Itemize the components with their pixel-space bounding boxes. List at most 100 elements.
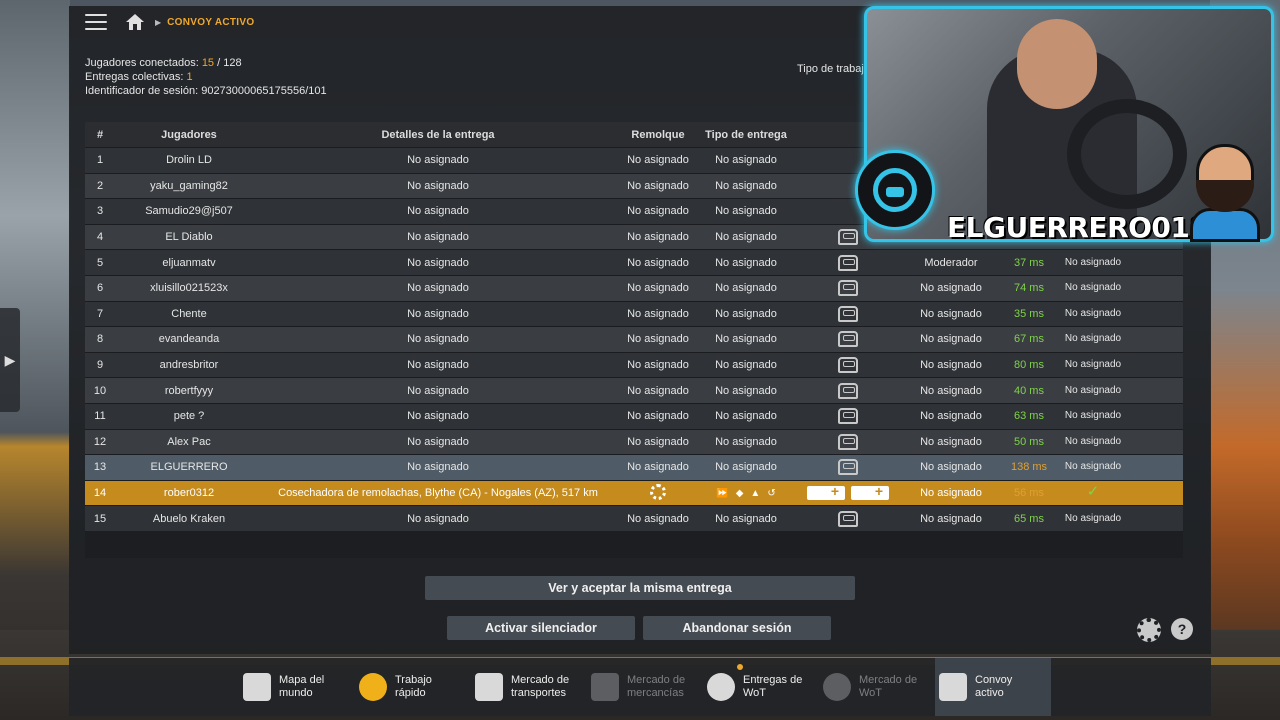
player-name: robertfyyy: [164, 384, 214, 397]
boxes-icon: [475, 673, 503, 701]
fast-forward-icon: ⏩: [716, 487, 729, 499]
row-number: 11: [94, 410, 106, 423]
row-number: 13: [93, 461, 107, 474]
delivery-type: No asignado: [715, 359, 777, 372]
mute-button[interactable]: Activar silenciador: [447, 616, 635, 640]
leave-session-button[interactable]: Abandonar sesión: [643, 616, 831, 640]
truck-icon: [838, 382, 858, 399]
nav-label-line2: mundo: [279, 687, 313, 699]
truck-icon: [838, 229, 858, 246]
chevron-right-icon: ▶: [4, 351, 16, 368]
trailer-cell: No asignado: [627, 461, 689, 474]
delivery-type: No asignado: [715, 307, 777, 320]
bottom-navigation: Mapa del mundo Trabajo rápido Mercado de tr…: [69, 658, 1211, 716]
table-row[interactable]: 8 evandeanda No asignado No asignado No asig…: [85, 326, 1183, 352]
table-row[interactable]: 6 xluisillo021523x No asignado No asignado N…: [85, 274, 1183, 301]
nav-wot-deliveries[interactable]: Entregas de WoT: [703, 658, 819, 716]
nav-active-convoy[interactable]: Convoy activo: [935, 658, 1051, 716]
nav-world-map[interactable]: Mapa del mundo: [239, 658, 355, 716]
delivery-type: No asignado: [715, 231, 777, 244]
delivery-details: No asignado: [407, 333, 469, 346]
table-row[interactable]: 15 Abuelo Kraken No asignado No asignado No …: [85, 505, 1183, 531]
truck-icon: [838, 357, 858, 374]
row-number: 14: [93, 487, 107, 500]
trailer-cell: No asignado: [627, 307, 689, 320]
nav-cargo-market[interactable]: Mercado de mercancías: [587, 658, 703, 716]
row-number: 3: [96, 205, 104, 218]
row-number: 7: [96, 307, 104, 320]
nav-label-line2: transportes: [511, 687, 567, 699]
truck-cell: [789, 357, 907, 374]
table-row[interactable]: 10 robertfyyy No asignado No asignado No asi…: [85, 377, 1183, 403]
col-type[interactable]: Tipo de entrega: [703, 129, 789, 141]
accept-same-delivery-button[interactable]: Ver y aceptar la misma entrega: [425, 576, 855, 600]
breadcrumb: CONVOY ACTIVO: [167, 16, 255, 28]
player-role: No asignado: [920, 333, 982, 346]
nav-quick-job[interactable]: Trabajo rápido: [355, 658, 471, 716]
assignment-state: No asignado: [1064, 333, 1122, 345]
row-number: 8: [96, 333, 104, 346]
player-role: No asignado: [920, 435, 982, 448]
nav-label-line2: mercancías: [627, 687, 684, 699]
session-info: Jugadores conectados: 15 / 128 Entregas …: [85, 56, 327, 98]
ping: 37 ms: [1014, 256, 1044, 269]
row-number: 1: [96, 154, 104, 167]
ping: 65 ms: [1014, 512, 1044, 525]
table-row[interactable]: 11 pete ? No asignado No asignado No asignad…: [85, 402, 1183, 429]
side-panel-toggle[interactable]: ▶: [0, 308, 20, 412]
nav-wot-deliveries-label: Entregas de WoT: [743, 674, 802, 700]
assignment-state: No asignado: [1064, 282, 1122, 294]
job-type-label: Tipo de trabaj: [797, 63, 864, 75]
col-trailer[interactable]: Remolque: [613, 129, 703, 141]
menu-icon[interactable]: [85, 14, 107, 30]
delivery-details: No asignado: [407, 359, 469, 372]
nav-label-line1: Mercado de: [511, 674, 570, 686]
col-players[interactable]: Jugadores: [115, 129, 263, 141]
row-number: 10: [93, 384, 107, 397]
truck-trailer-icon: [807, 486, 845, 501]
col-details[interactable]: Detalles de la entrega: [263, 129, 613, 141]
webcam-steering-wheel: [1067, 99, 1187, 209]
ping: 40 ms: [1014, 384, 1044, 397]
truck-cell: [789, 486, 907, 501]
nav-freight-market[interactable]: Mercado de transportes: [471, 658, 587, 716]
home-icon[interactable]: [125, 13, 145, 31]
truck-icon: [838, 510, 858, 527]
table-row[interactable]: 12 Alex Pac No asignado No asignado No asign…: [85, 428, 1183, 455]
player-name: rober0312: [163, 487, 215, 500]
players-max: / 128: [217, 57, 242, 69]
delivery-type: No asignado: [715, 179, 777, 192]
delivery-details: No asignado: [407, 410, 469, 423]
truck-icon: [838, 408, 858, 425]
player-name: EL Diablo: [165, 231, 213, 244]
ping: 67 ms: [1014, 333, 1044, 346]
delivery-details: No asignado: [407, 307, 469, 320]
nav-wot-market-label: Mercado de WoT: [859, 674, 917, 700]
delivery-type: No asignado: [715, 282, 777, 295]
table-row[interactable]: 9 andresbritor No asignado No asignado No as…: [85, 351, 1183, 378]
session-value: 90273000065175556/101: [201, 85, 327, 97]
delivery-details: Cosechadora de remolachas, Blythe (CA) -…: [278, 487, 598, 500]
truck-cell: [789, 331, 907, 348]
table-row[interactable]: 5 eljuanmatv No asignado No asignado No asig…: [85, 249, 1183, 275]
truck-cell: [789, 510, 907, 527]
nav-label-line1: Entregas de: [743, 674, 803, 686]
trailer-cell: No asignado: [627, 179, 689, 192]
session-id: Identificador de sesión: 902730000651755…: [85, 84, 327, 98]
trailer-cell: No asignado: [627, 333, 689, 346]
help-icon[interactable]: ?: [1171, 618, 1193, 640]
player-name: Drolin LD: [166, 154, 212, 167]
row-number: 9: [96, 359, 104, 372]
table-row[interactable]: 13 ELGUERRERO No asignado No asignado No asi…: [85, 454, 1183, 480]
players-current: 15: [201, 57, 215, 69]
player-name: pete ?: [173, 410, 205, 423]
nav-label-line1: Mercado de: [859, 674, 918, 686]
table-row[interactable]: 7 Chente No asignado No asignado No asignado…: [85, 300, 1183, 327]
settings-gear-icon[interactable]: [1137, 618, 1161, 642]
truck-icon: [838, 280, 858, 297]
ping: 74 ms: [1014, 282, 1044, 295]
table-row[interactable]: 14 rober0312 Cosechadora de remolachas, Bl…: [85, 479, 1183, 506]
nav-wot-market[interactable]: Mercado de WoT: [819, 658, 935, 716]
player-name: Chente: [171, 307, 207, 320]
trailer-cell: [613, 483, 703, 503]
